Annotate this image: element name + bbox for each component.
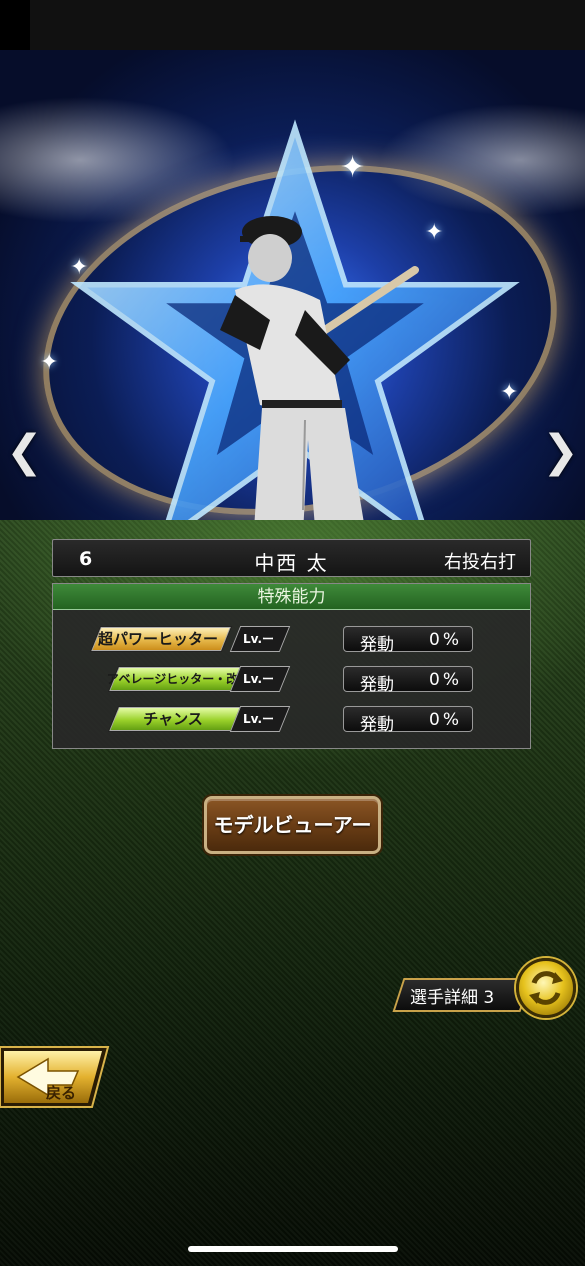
model-viewer-button[interactable]: モデルビューアー xyxy=(204,796,381,854)
status-bar xyxy=(30,0,585,50)
special-abilities-panel: 特殊能力 超パワーヒッター Lv.ー 発動 0% アベレージヒッター・改 Lv.… xyxy=(52,583,531,749)
sparkle-icon: ✦ xyxy=(340,150,366,185)
sparkle-icon: ✦ xyxy=(500,380,519,405)
ability-level: Lv.ー xyxy=(243,712,275,726)
switch-icon[interactable] xyxy=(516,958,576,1018)
home-indicator[interactable] xyxy=(188,1246,398,1252)
player-card-art: ✦ ✦ ✦ ✦ ✦ ❮ ❯ xyxy=(0,50,585,550)
ability-row[interactable]: 超パワーヒッター Lv.ー 発動 0% xyxy=(53,626,530,655)
prev-player-arrow[interactable]: ❮ xyxy=(6,430,43,474)
ability-name: 超パワーヒッター xyxy=(97,630,218,648)
sparkle-icon: ✦ xyxy=(425,220,444,245)
activation-rate-box: 発動 0% xyxy=(343,706,473,735)
rate-value: 0% xyxy=(429,630,462,650)
activation-rate-box: 発動 0% xyxy=(343,666,473,695)
ability-level: Lv.ー xyxy=(243,672,275,686)
ability-level: Lv.ー xyxy=(243,632,275,646)
player-detail-label[interactable]: 選手詳細 3 xyxy=(410,983,494,1008)
activation-rate-box: 発動 0% xyxy=(343,626,473,655)
ability-row[interactable]: チャンス Lv.ー 発動 0% xyxy=(53,706,530,735)
back-label[interactable]: 戻る xyxy=(46,1082,76,1103)
refresh-icon xyxy=(529,971,563,1005)
ability-row[interactable]: アベレージヒッター・改 Lv.ー 発動 0% xyxy=(53,666,530,695)
sparkle-icon: ✦ xyxy=(70,255,89,280)
ability-name: チャンス xyxy=(143,710,203,728)
abilities-header: 特殊能力 xyxy=(53,584,530,610)
rate-label: 発動 xyxy=(360,675,394,695)
ability-name: アベレージヒッター・改 xyxy=(106,672,239,686)
player-info-bar: 6 中西 太 右投右打 xyxy=(52,539,531,577)
player-image xyxy=(220,216,419,550)
rate-value: 0% xyxy=(429,670,462,690)
rate-label: 発動 xyxy=(360,635,394,655)
rate-value: 0% xyxy=(429,710,462,730)
player-handedness: 右投右打 xyxy=(444,552,516,573)
next-player-arrow[interactable]: ❯ xyxy=(542,430,579,474)
rate-label: 発動 xyxy=(360,715,394,735)
sparkle-icon: ✦ xyxy=(40,350,59,375)
